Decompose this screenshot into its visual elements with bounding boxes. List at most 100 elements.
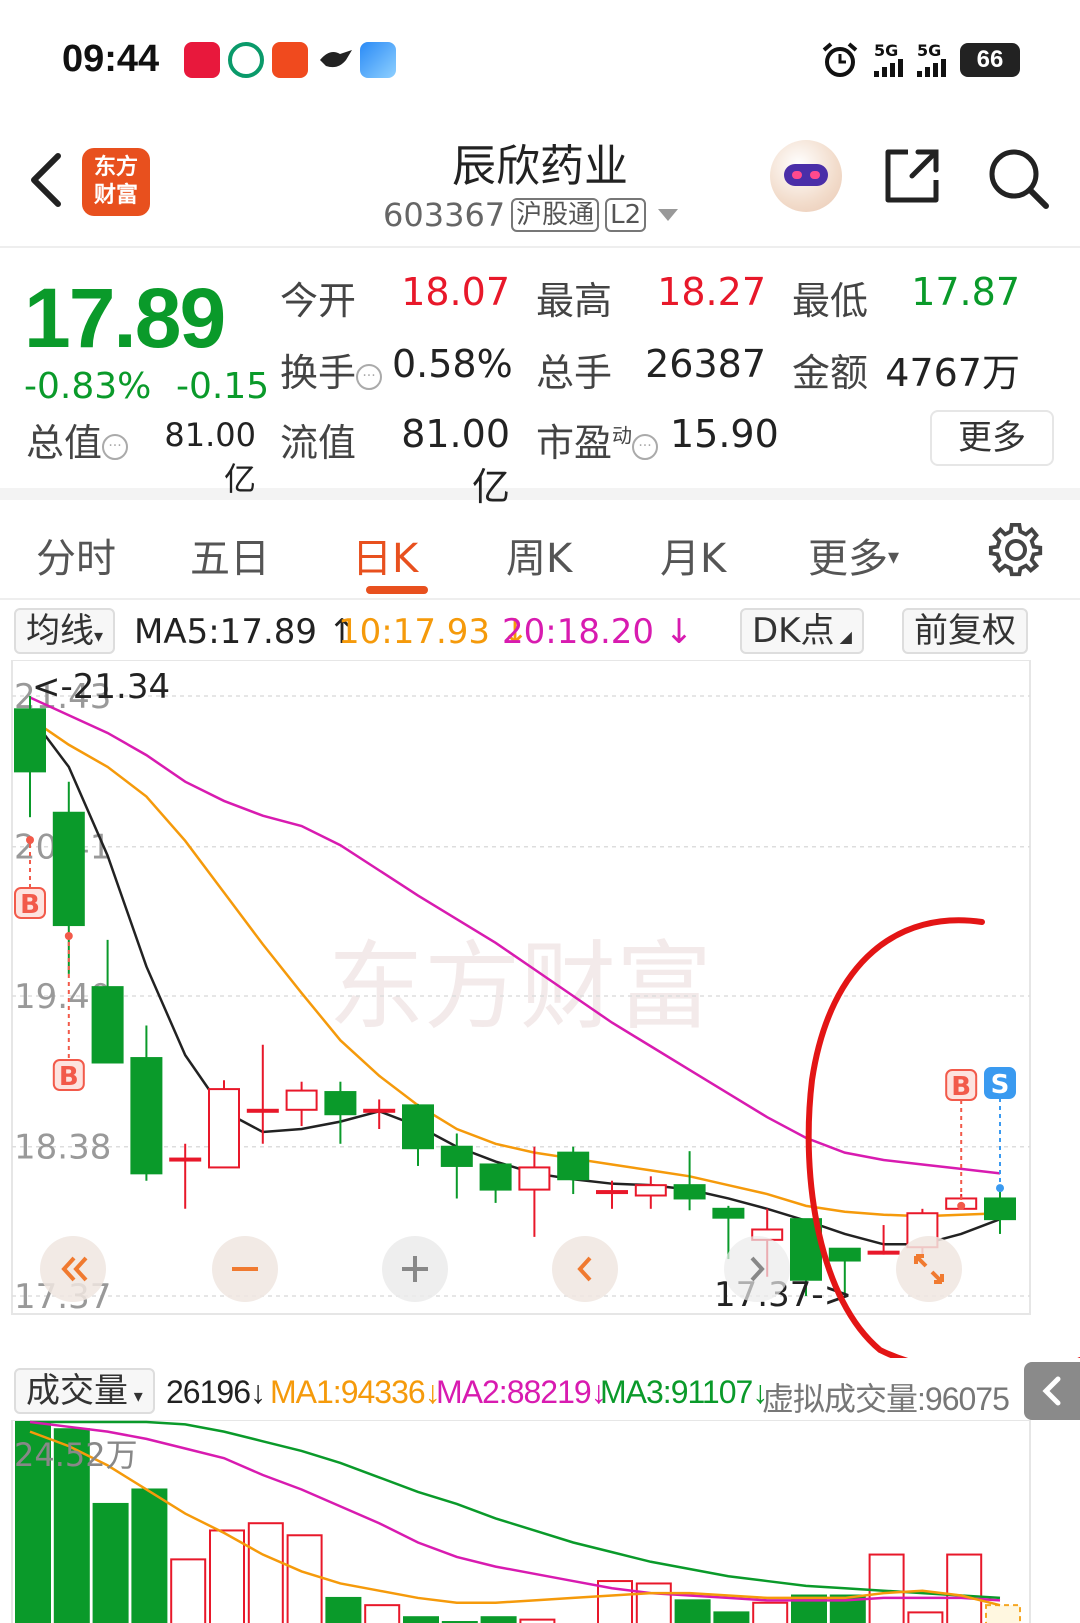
amount-value: 4767万: [885, 351, 1020, 395]
share-icon[interactable]: [882, 146, 942, 206]
volume-chart[interactable]: 24.52万: [0, 1420, 1080, 1623]
candle: [169, 1143, 202, 1209]
tab-weekly-k[interactable]: 周K: [506, 526, 572, 584]
volume-bar: [325, 1596, 362, 1623]
mktcap-value: 81.00亿: [164, 416, 256, 498]
info-icon[interactable]: ···: [102, 434, 129, 460]
stock-code: 603367: [383, 196, 506, 234]
fullscreen-button[interactable]: [896, 1236, 962, 1302]
dk-point-selector[interactable]: DK点 ◢: [740, 608, 864, 654]
tab-intraday[interactable]: 分时: [36, 526, 116, 584]
ma-indicator-bar: 均线▾ MA5:17.89 ↑ 10:17.93 ↓ 20:18.20 ↓ DK…: [0, 602, 1080, 660]
volume-bar: [403, 1616, 439, 1623]
zoom-out-button[interactable]: [212, 1236, 278, 1302]
turnover-value: 0.58%: [392, 342, 513, 386]
ma-selector[interactable]: 均线▾: [14, 608, 116, 654]
collapse-panel-button[interactable]: [1024, 1362, 1080, 1420]
app-notification-icon: [184, 42, 220, 78]
ma10-value: 10:17.93 ↓: [338, 612, 530, 652]
ma20-value: 20:18.20 ↓: [502, 612, 694, 652]
ai-assistant-icon[interactable]: [770, 140, 842, 212]
volume-value: 26387: [645, 342, 766, 386]
chevron-down-icon: [658, 209, 679, 221]
volume-bar: [907, 1611, 944, 1623]
pe-value: 15.90: [670, 412, 779, 456]
candle: [557, 1146, 590, 1195]
volume-bar: [209, 1529, 245, 1623]
pe-label: 市盈动 ···: [536, 412, 659, 467]
max-price-label: <-21.34: [32, 667, 170, 707]
volume-bar: [674, 1599, 711, 1623]
open-value: 18.07: [401, 270, 510, 314]
signal-type-1: 5G: [874, 41, 899, 60]
volume-selector[interactable]: 成交量 ▾: [14, 1368, 155, 1414]
volume-bar: [752, 1601, 789, 1623]
volume-bar: [635, 1582, 672, 1623]
high-value: 18.27: [657, 270, 766, 314]
change-amount: -0.15: [176, 366, 270, 407]
tab-monthly-k[interactable]: 月K: [660, 526, 726, 584]
period-tabs: 分时 五日 日K 周K 月K 更多▾: [0, 512, 1080, 600]
virtual-volume: 虚拟成交量:96075: [762, 1381, 1010, 1417]
volume-bar: [480, 1616, 517, 1623]
volume-ma3: MA3:91107↓: [600, 1374, 768, 1410]
sell-signal-marker: S: [984, 1067, 1016, 1193]
zoom-in-button[interactable]: [382, 1236, 448, 1302]
candle: [246, 1044, 279, 1144]
low-value: 17.87: [911, 270, 1020, 314]
status-bar: 09:44 5G 5G 66: [0, 0, 1080, 120]
volume-bar: [946, 1553, 983, 1623]
svg-text:B: B: [59, 1062, 79, 1092]
cloud-notification-icon: [360, 42, 396, 78]
candle: [634, 1176, 667, 1209]
candle: [130, 1025, 163, 1181]
svg-text:B: B: [20, 890, 40, 920]
scroll-right-button[interactable]: [724, 1236, 790, 1302]
volume-indicator-bar: 成交量 ▾ 26196↓ MA1:94336↓ MA2:88219↓ MA3:9…: [0, 1364, 1080, 1420]
change-percent: -0.83%: [24, 366, 152, 407]
candle: [324, 1081, 357, 1144]
candle: [208, 1080, 240, 1169]
float-label: 流值: [280, 421, 357, 465]
tab-five-day[interactable]: 五日: [190, 526, 270, 584]
buy-signal-marker: B: [945, 1069, 978, 1210]
candle: [91, 939, 124, 1064]
volume-bar: [92, 1502, 129, 1623]
volume-bar: [131, 1488, 168, 1623]
bank-notification-icon: [228, 42, 264, 78]
connect-tag: 沪股通: [511, 198, 600, 232]
low-label: 最低: [792, 279, 869, 323]
candle: [518, 1146, 551, 1237]
volume-bar: [868, 1553, 905, 1623]
info-icon[interactable]: ···: [356, 364, 383, 390]
gear-icon[interactable]: [988, 522, 1044, 578]
volume-label: 总手: [536, 351, 613, 395]
candle: [673, 1151, 706, 1211]
ma5-value: MA5:17.89 ↑: [134, 612, 357, 652]
tab-daily-k[interactable]: 日K: [352, 526, 418, 584]
volume-bar: [364, 1604, 401, 1623]
status-time: 09:44: [62, 38, 160, 80]
scroll-left-button[interactable]: [552, 1236, 618, 1302]
signal-icon: [874, 59, 903, 77]
alarm-icon: [822, 42, 858, 77]
stock-code-row[interactable]: 603367 沪股通 L2: [383, 196, 679, 234]
active-tab-indicator: [366, 586, 428, 594]
more-quote-button[interactable]: 更多: [930, 410, 1054, 466]
open-label: 今开: [280, 279, 357, 323]
scroll-left-fast-button[interactable]: [40, 1236, 106, 1302]
candle: [14, 696, 46, 818]
stock-header: 东方 财富 辰欣药业 603367 沪股通 L2: [0, 120, 1080, 248]
signal-icon-2: [917, 59, 946, 77]
tab-more[interactable]: 更多▾: [808, 526, 899, 584]
candle: [867, 1225, 900, 1255]
turnover-label: 换手 ···: [280, 342, 383, 397]
bird-notification-icon: [318, 42, 354, 78]
candle: [479, 1163, 512, 1203]
volume-ma1: MA1:94336↓: [270, 1374, 441, 1410]
status-indicators: 5G 5G 66: [820, 40, 1020, 80]
adjust-selector[interactable]: 前复权: [902, 608, 1028, 654]
search-icon[interactable]: [986, 146, 1050, 210]
volume-bar: [247, 1522, 284, 1623]
info-icon[interactable]: ···: [632, 434, 659, 460]
